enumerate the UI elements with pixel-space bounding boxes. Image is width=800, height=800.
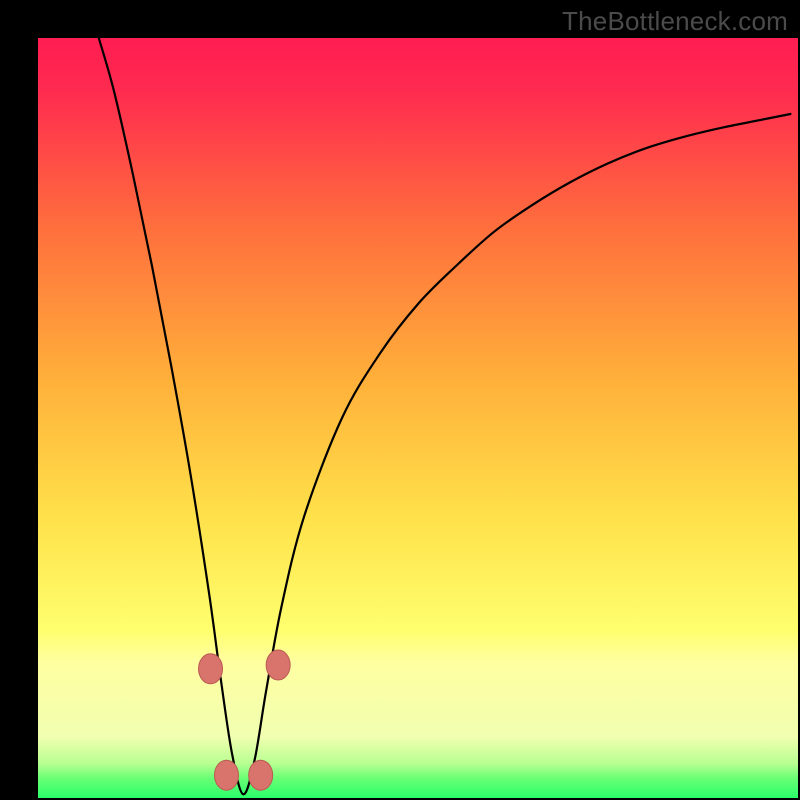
bottleneck-chart bbox=[0, 0, 800, 800]
trough-marker bbox=[199, 654, 223, 684]
watermark-text: TheBottleneck.com bbox=[562, 6, 788, 37]
chart-frame: { "watermark": "TheBottleneck.com", "col… bbox=[0, 0, 800, 800]
plot-background bbox=[38, 38, 798, 798]
trough-marker bbox=[214, 760, 238, 790]
trough-marker bbox=[249, 760, 273, 790]
trough-marker bbox=[266, 650, 290, 680]
